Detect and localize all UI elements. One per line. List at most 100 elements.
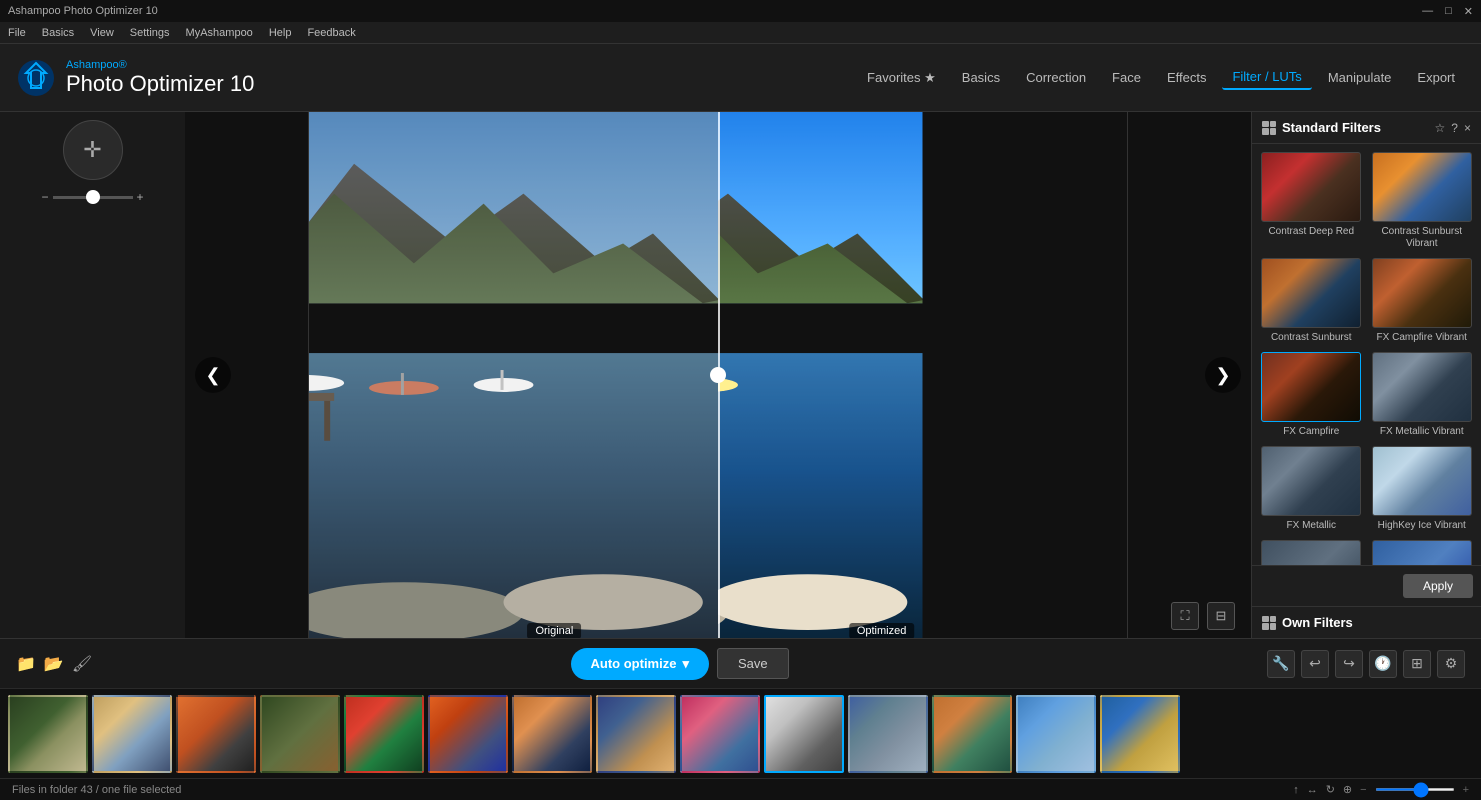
- filmstrip-thumb-1[interactable]: [8, 695, 88, 773]
- statusbar-refresh-icon[interactable]: ↻: [1326, 783, 1335, 796]
- auto-optimize-dropdown-icon: ▾: [682, 656, 689, 672]
- maximize-button[interactable]: □: [1445, 5, 1452, 18]
- logo-icon: [16, 58, 56, 98]
- nav-effects[interactable]: Effects: [1157, 66, 1217, 89]
- filmstrip-thumb-10[interactable]: [764, 695, 844, 773]
- nav-filter-luts[interactable]: Filter / LUTs: [1222, 65, 1311, 90]
- filter-name-highkey-ice-vibrant: HighKey Ice Vibrant: [1378, 520, 1466, 532]
- minimize-button[interactable]: —: [1422, 5, 1433, 18]
- filmstrip-thumb-13[interactable]: [1016, 695, 1096, 773]
- filter-item-fx-campfire[interactable]: FX Campfire: [1260, 352, 1363, 438]
- nav-basics[interactable]: Basics: [952, 66, 1010, 89]
- bottom-left-tools: 📁 📂 🖌: [16, 654, 92, 674]
- auto-optimize-button[interactable]: Auto optimize ▾: [571, 648, 709, 680]
- logo-brand: Ashampoo®: [66, 59, 254, 71]
- filter-item-fx-metallic[interactable]: FX Metallic: [1260, 446, 1363, 532]
- menu-file[interactable]: File: [8, 27, 26, 39]
- menu-myashampoo[interactable]: MyAshampoo: [186, 27, 253, 39]
- filmstrip-thumb-3[interactable]: [176, 695, 256, 773]
- pan-control[interactable]: ✛: [63, 120, 123, 180]
- filmstrip-thumb-11[interactable]: [848, 695, 928, 773]
- statusbar-zoom-slider[interactable]: [1375, 788, 1455, 791]
- brush-icon[interactable]: 🖌: [72, 654, 92, 674]
- right-panel: Standard Filters ☆ ? × Contrast Deep Red…: [1251, 112, 1481, 638]
- apply-button-container: Apply: [1252, 565, 1481, 606]
- filmstrip-thumb-2[interactable]: [92, 695, 172, 773]
- split-handle[interactable]: [710, 367, 726, 383]
- filmstrip-thumb-7[interactable]: [512, 695, 592, 773]
- filter-thumb-highkey-ice-vibrant: [1372, 446, 1472, 516]
- filmstrip-thumb-6[interactable]: [428, 695, 508, 773]
- zoom-in-icon[interactable]: +: [137, 190, 144, 204]
- menu-basics[interactable]: Basics: [42, 27, 74, 39]
- logo: Ashampoo® Photo Optimizer 10: [16, 58, 254, 98]
- menu-settings[interactable]: Settings: [130, 27, 170, 39]
- zoom-slider[interactable]: [53, 196, 133, 199]
- filter-name-fx-campfire: FX Campfire: [1283, 426, 1339, 438]
- open-folder-icon[interactable]: 📁: [16, 654, 36, 674]
- filter-thumb-fx-metallic: [1261, 446, 1361, 516]
- history-icon[interactable]: 🕐: [1369, 650, 1397, 678]
- filter-item-highkey-ice-vibrant[interactable]: HighKey Ice Vibrant: [1371, 446, 1474, 532]
- nav-face[interactable]: Face: [1102, 66, 1151, 89]
- filter-item-contrast-sunburst-vibrant[interactable]: Contrast Sunburst Vibrant: [1371, 152, 1474, 250]
- menu-feedback[interactable]: Feedback: [307, 27, 355, 39]
- header: Ashampoo® Photo Optimizer 10 Favorites ★…: [0, 44, 1481, 112]
- filter-item-partial2[interactable]: [1371, 540, 1474, 565]
- favorite-filter-icon[interactable]: ☆: [1435, 121, 1446, 135]
- menubar: File Basics View Settings MyAshampoo Hel…: [0, 22, 1481, 44]
- apply-button[interactable]: Apply: [1403, 574, 1473, 598]
- auto-optimize-label: Auto optimize: [591, 656, 677, 671]
- undo-icon[interactable]: ↩: [1301, 650, 1329, 678]
- filter-item-fx-metallic-vibrant[interactable]: FX Metallic Vibrant: [1371, 352, 1474, 438]
- filmstrip-thumb-9[interactable]: [680, 695, 760, 773]
- redo-icon[interactable]: ↪: [1335, 650, 1363, 678]
- filter-item-partial1[interactable]: [1260, 540, 1363, 565]
- view-mode-icon[interactable]: ⊟: [1207, 602, 1235, 630]
- filmstrip-thumb-5[interactable]: [344, 695, 424, 773]
- titlebar: Ashampoo Photo Optimizer 10 — □ ✕: [0, 0, 1481, 22]
- statusbar-horiz-icon[interactable]: ↔: [1307, 784, 1318, 796]
- logo-text: Ashampoo® Photo Optimizer 10: [66, 59, 254, 97]
- filter-item-fx-campfire-vibrant[interactable]: FX Campfire Vibrant: [1371, 258, 1474, 344]
- shrink-icon[interactable]: ⛶: [1171, 602, 1199, 630]
- optimized-photo: [718, 112, 1127, 638]
- close-button[interactable]: ✕: [1464, 5, 1473, 18]
- filmstrip-thumb-4[interactable]: [260, 695, 340, 773]
- nav-correction[interactable]: Correction: [1016, 66, 1096, 89]
- filter-name-fx-metallic: FX Metallic: [1287, 520, 1336, 532]
- filter-name-contrast-sunburst-vibrant: Contrast Sunburst Vibrant: [1371, 226, 1474, 250]
- pan-icon: ✛: [83, 137, 101, 163]
- statusbar-zoom-icon[interactable]: ⊕: [1343, 783, 1352, 796]
- filter-close-icon[interactable]: ×: [1464, 121, 1471, 135]
- filmstrip-thumb-14[interactable]: [1100, 695, 1180, 773]
- filters-header: Standard Filters ☆ ? ×: [1252, 112, 1481, 144]
- filter-item-contrast-sunburst[interactable]: Contrast Sunburst: [1260, 258, 1363, 344]
- nav-arrow-right[interactable]: ❯: [1205, 357, 1241, 393]
- filter-item-contrast-deep-red[interactable]: Contrast Deep Red: [1260, 152, 1363, 250]
- nav-export[interactable]: Export: [1407, 66, 1465, 89]
- menu-view[interactable]: View: [90, 27, 114, 39]
- filter-thumb-contrast-sunburst: [1261, 258, 1361, 328]
- nav-manipulate[interactable]: Manipulate: [1318, 66, 1402, 89]
- filter-thumb-partial1: [1261, 540, 1361, 565]
- add-folder-icon[interactable]: 📂: [44, 654, 64, 674]
- original-photo-svg: [309, 112, 718, 638]
- statusbar-up-icon[interactable]: ↑: [1293, 784, 1299, 796]
- filter-thumb-fx-campfire: [1261, 352, 1361, 422]
- nav-arrow-left[interactable]: ❮: [195, 357, 231, 393]
- original-label: Original: [527, 623, 581, 639]
- zoom-out-icon[interactable]: −: [41, 190, 48, 204]
- filter-name-contrast-sunburst: Contrast Sunburst: [1271, 332, 1352, 344]
- nav-favorites[interactable]: Favorites ★: [857, 66, 946, 90]
- statusbar-minus-icon: −: [1360, 784, 1366, 796]
- filter-help-icon[interactable]: ?: [1451, 121, 1458, 135]
- filmstrip-thumb-8[interactable]: [596, 695, 676, 773]
- own-filters-section: Own Filters: [1252, 606, 1481, 638]
- menu-help[interactable]: Help: [269, 27, 292, 39]
- save-button[interactable]: Save: [717, 648, 789, 679]
- retouch-icon[interactable]: 🔧: [1267, 650, 1295, 678]
- filmstrip-thumb-12[interactable]: [932, 695, 1012, 773]
- compare-icon[interactable]: ⊞: [1403, 650, 1431, 678]
- settings-icon[interactable]: ⚙: [1437, 650, 1465, 678]
